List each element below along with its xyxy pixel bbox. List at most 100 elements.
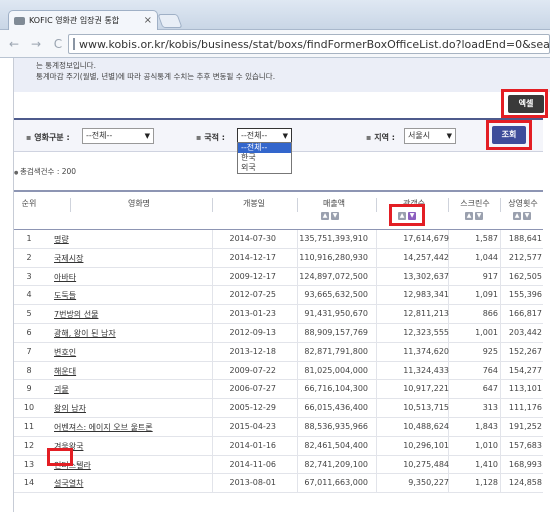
table-row: 2 국제시장 2014-12-17 110,916,280,930 14,257,442… (14, 248, 543, 268)
tab-title: KOFIC 영화관 입장권 통합 (29, 16, 120, 25)
movie-type-value: --전체-- (86, 131, 113, 140)
boxoffice-table: 순위 영화명 개봉일 매출액 ▲ ▼ 관객수 ▲ ▼ 스크린수 ▲ ▼ 상영횟수… (14, 190, 543, 494)
table-body: 1 명량 2014-07-30 135,751,393,910 17,614,679 1,… (14, 230, 543, 494)
column-divider (500, 380, 501, 399)
table-header: 순위 영화명 개봉일 매출액 ▲ ▼ 관객수 ▲ ▼ 스크린수 ▲ ▼ 상영횟수… (14, 192, 543, 230)
table-row: 1 명량 2014-07-30 135,751,393,910 17,614,679 1,… (14, 230, 543, 249)
page-content: 는 통계정보입니다. 통계마감 주기(월별, 년별)에 따라 공식통계 수치는 … (0, 58, 550, 512)
cell-title[interactable]: 도둑들 (54, 290, 76, 301)
cell-title[interactable]: 괴물 (54, 384, 69, 395)
sort-up-icon[interactable]: ▲ (321, 212, 329, 220)
cell-audience: 12,323,555 (403, 327, 449, 337)
chevron-down-icon: ▼ (144, 132, 150, 140)
cell-open-date: 2013-08-01 (229, 478, 277, 488)
cell-shows: 212,577 (508, 252, 542, 262)
cell-rank: 14 (23, 478, 35, 488)
nation-option[interactable]: 외국 (238, 163, 291, 173)
sales-sort: ▲ ▼ (321, 212, 339, 220)
column-divider (500, 267, 501, 286)
movie-type-select[interactable]: --전체-- ▼ (82, 128, 154, 144)
cell-screens: 1,128 (475, 478, 498, 488)
region-label: 지역 : (366, 132, 395, 143)
header-divider (297, 198, 298, 212)
chevron-down-icon: ▼ (282, 132, 288, 140)
cell-shows: 166,817 (508, 309, 542, 319)
column-divider (500, 399, 501, 417)
cell-shows: 111,176 (508, 403, 542, 413)
cell-audience: 13,302,637 (403, 271, 449, 281)
cell-title[interactable]: 광해, 왕이 된 남자 (54, 328, 116, 339)
cell-rank: 2 (26, 252, 32, 262)
cell-title[interactable]: 설국열차 (54, 478, 83, 489)
forward-icon[interactable]: → (28, 36, 44, 52)
nation-value: --전체-- (241, 131, 268, 140)
table-row: 13 인터스텔라 2014-11-06 82,741,209,100 10,275,48… (14, 455, 543, 475)
column-divider (500, 230, 501, 248)
cell-rank: 4 (26, 290, 32, 300)
cell-sales: 88,536,935,966 (304, 421, 368, 431)
cell-sales: 124,897,072,500 (299, 271, 368, 281)
highlight-row-9-title (47, 448, 73, 466)
cell-title[interactable]: 아바타 (54, 272, 76, 283)
region-value: 서울시 (408, 131, 431, 140)
cell-shows: 154,277 (508, 365, 542, 375)
back-icon[interactable]: ← (6, 36, 22, 52)
cell-title[interactable]: 명량 (54, 234, 69, 245)
cell-rank: 3 (26, 271, 32, 281)
cell-title[interactable]: 7번방의 선물 (54, 309, 98, 320)
header-divider (70, 198, 71, 212)
table-row: 6 광해, 왕이 된 남자 2012-09-13 88,909,157,769 12,3… (14, 323, 543, 343)
sort-down-icon[interactable]: ▼ (523, 212, 531, 220)
close-icon[interactable]: × (144, 15, 152, 26)
address-bar[interactable]: www.kobis.or.kr/kobis/business/stat/boxs… (68, 34, 550, 54)
cell-rank: 11 (23, 421, 35, 431)
sort-up-icon[interactable]: ▲ (513, 212, 521, 220)
cell-audience: 10,296,101 (403, 440, 449, 450)
cell-title[interactable]: 어벤져스: 에이지 오브 울트론 (54, 422, 153, 433)
cell-open-date: 2006-07-27 (229, 384, 277, 394)
nation-option[interactable]: 한국 (238, 153, 291, 163)
sort-down-icon[interactable]: ▼ (475, 212, 483, 220)
cell-screens: 917 (482, 271, 498, 281)
cell-open-date: 2009-12-17 (229, 271, 277, 281)
cell-sales: 110,916,280,930 (299, 252, 368, 262)
header-sales: 매출액 (322, 199, 346, 208)
cell-title[interactable]: 국제시장 (54, 253, 83, 264)
column-divider (500, 417, 501, 436)
column-divider (500, 248, 501, 267)
browser-tab[interactable]: KOFIC 영화관 입장권 통합 × (8, 10, 158, 30)
nation-option[interactable]: --전체-- (238, 143, 291, 153)
cell-open-date: 2005-12-29 (229, 403, 277, 413)
cell-screens: 1,843 (475, 421, 498, 431)
cell-open-date: 2014-01-16 (229, 440, 277, 450)
region-select[interactable]: 서울시 ▼ (404, 128, 456, 144)
cell-shows: 203,442 (508, 327, 542, 337)
cell-rank: 1 (26, 234, 32, 243)
browser-tabstrip: KOFIC 영화관 입장권 통합 × (0, 0, 550, 30)
cell-title[interactable]: 왕의 남자 (54, 403, 86, 414)
highlight-search (486, 120, 532, 150)
header-divider (500, 198, 501, 212)
sort-down-icon[interactable]: ▼ (331, 212, 339, 220)
cell-screens: 925 (482, 346, 498, 356)
cell-open-date: 2014-12-17 (229, 252, 277, 262)
cell-sales: 82,741,209,100 (304, 459, 368, 469)
cell-rank: 13 (23, 459, 35, 469)
cell-sales: 67,011,663,000 (304, 478, 368, 488)
cell-title[interactable]: 변호인 (54, 347, 76, 358)
cell-screens: 647 (482, 384, 498, 394)
table-row: 3 아바타 2009-12-17 124,897,072,500 13,302,637 9… (14, 267, 543, 287)
table-row: 8 해운대 2009-07-22 81,025,004,000 11,324,433 76… (14, 361, 543, 381)
highlight-audience-sort (389, 204, 425, 226)
cell-audience: 11,324,433 (403, 365, 449, 375)
notice-line-2: 통계마감 주기(월별, 년별)에 따라 공식통계 수치는 추후 변동될 수 있습… (36, 72, 276, 81)
sort-up-icon[interactable]: ▲ (465, 212, 473, 220)
favicon-icon (14, 16, 25, 25)
table-row: 7 변호인 2013-12-18 82,871,791,800 11,374,620 92… (14, 342, 543, 362)
new-tab-button[interactable] (157, 14, 183, 28)
header-open-date: 개봉일 (242, 199, 266, 208)
cell-title[interactable]: 해운대 (54, 366, 76, 377)
header-shows: 상영횟수 (508, 199, 538, 208)
reload-icon[interactable]: C (50, 36, 66, 52)
cell-audience: 10,513,715 (403, 403, 449, 413)
